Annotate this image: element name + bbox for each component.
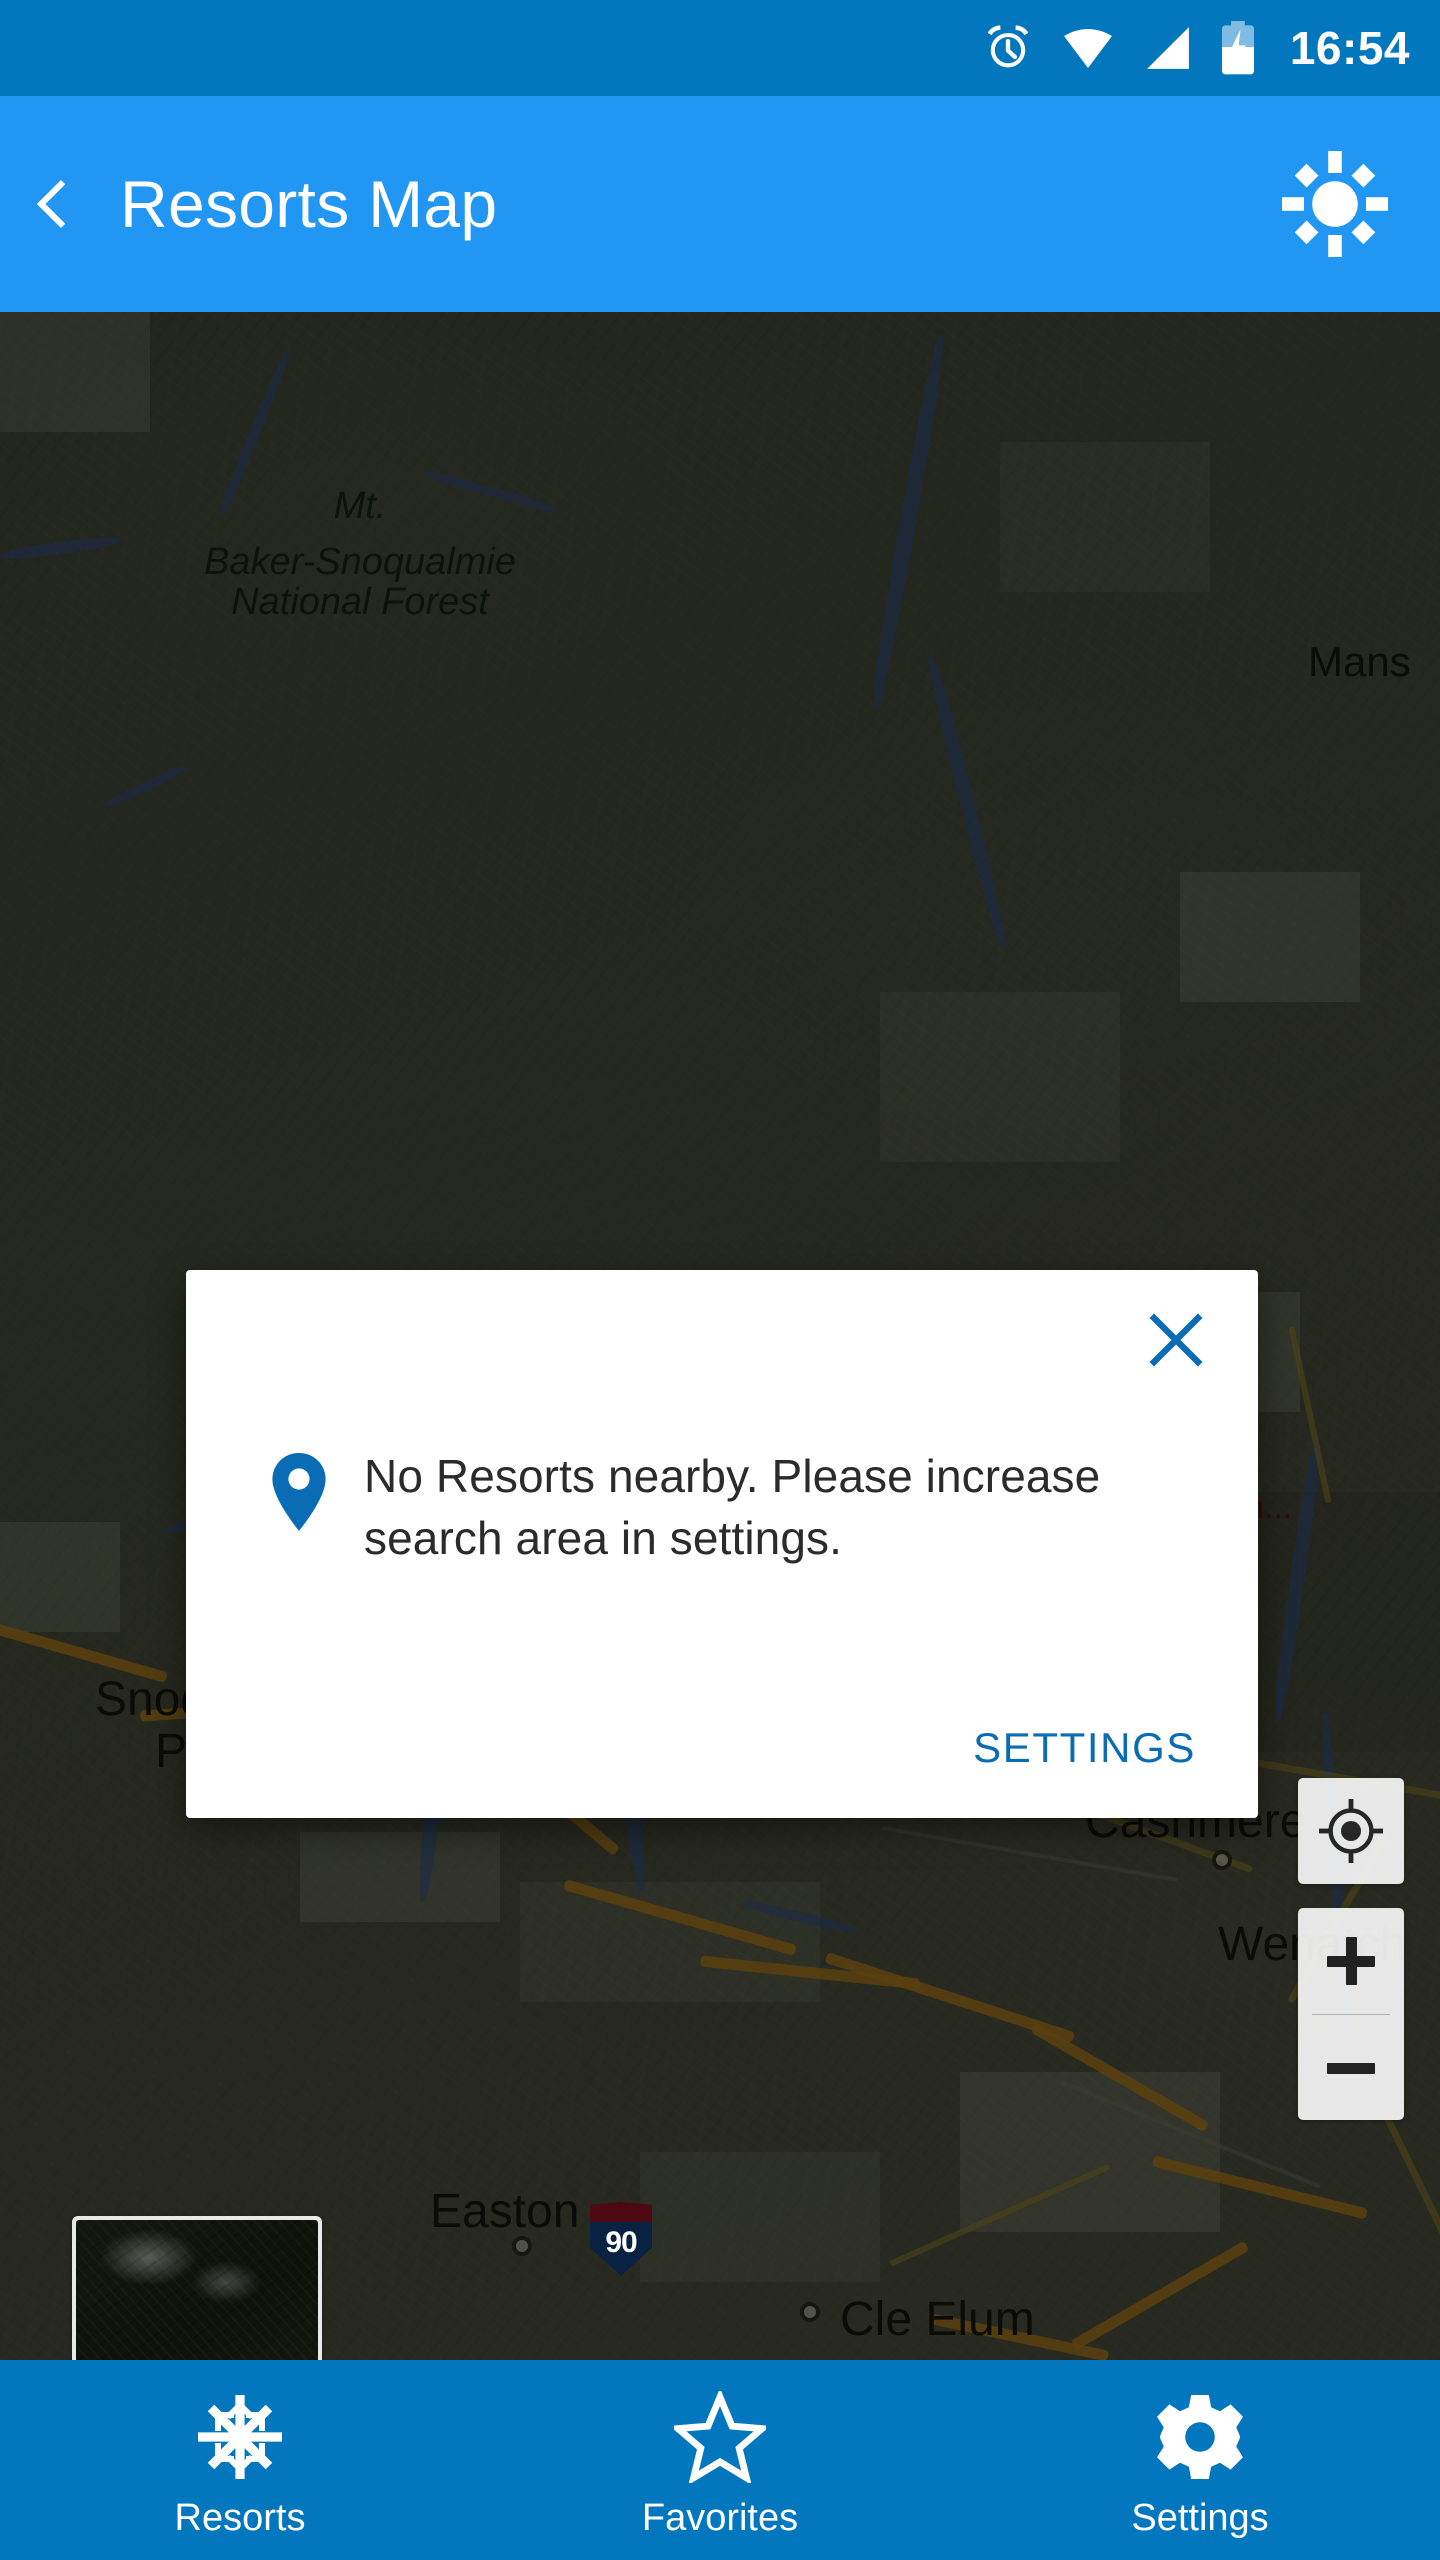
chevron-left-icon — [36, 179, 86, 229]
close-icon — [1149, 1313, 1203, 1367]
nav-label-resorts: Resorts — [174, 2497, 306, 2539]
gear-icon — [1154, 2391, 1246, 2483]
zoom-controls — [1298, 1908, 1404, 2120]
nav-label-settings: Settings — [1131, 2497, 1269, 2539]
alarm-icon — [982, 22, 1034, 74]
star-icon — [674, 2391, 766, 2483]
map-pin-icon — [268, 1450, 330, 1539]
nav-item-favorites[interactable]: Favorites — [480, 2360, 960, 2560]
dialog-settings-button[interactable]: SETTINGS — [973, 1724, 1196, 1772]
dialog-message: No Resorts nearby. Please increase searc… — [364, 1450, 1101, 1564]
status-bar: 16:54 — [0, 0, 1440, 96]
app-bar: Resorts Map — [0, 96, 1440, 312]
bottom-navigation-bar: Resorts Favorites Settings — [0, 2360, 1440, 2560]
battery-charging-icon — [1220, 21, 1256, 75]
minus-icon — [1327, 2062, 1375, 2074]
my-location-icon — [1319, 1799, 1383, 1863]
sun-weather-icon — [1282, 151, 1388, 257]
nav-item-resorts[interactable]: Resorts — [0, 2360, 480, 2560]
no-resorts-dialog: No Resorts nearby. Please increase searc… — [186, 1270, 1258, 1818]
phone-screen: 16:54 Resorts Map Mt. Baker-Snoqualmie N… — [0, 0, 1440, 2560]
zoom-in-button[interactable] — [1298, 1908, 1404, 2014]
earth-thumbnail-image — [76, 2220, 318, 2360]
weather-toggle-button[interactable] — [1270, 139, 1400, 269]
signal-icon — [1142, 25, 1194, 71]
snowflake-icon — [194, 2391, 286, 2483]
highway-shield-number: 90 — [605, 2226, 637, 2259]
map-type-earth-button[interactable]: Earth — [72, 2216, 322, 2360]
my-location-button[interactable] — [1298, 1778, 1404, 1884]
back-button[interactable] — [0, 96, 110, 312]
dialog-close-button[interactable] — [1128, 1292, 1224, 1388]
map-canvas[interactable]: Mt. Baker-Snoqualmie National Forest Man… — [0, 312, 1440, 2360]
wifi-icon — [1060, 25, 1116, 71]
zoom-out-button[interactable] — [1298, 2015, 1404, 2121]
status-clock: 16:54 — [1289, 22, 1410, 74]
nav-label-favorites: Favorites — [641, 2497, 799, 2539]
nav-item-settings[interactable]: Settings — [960, 2360, 1440, 2560]
page-title: Resorts Map — [120, 167, 498, 241]
dialog-body: No Resorts nearby. Please increase searc… — [186, 1446, 1258, 1569]
